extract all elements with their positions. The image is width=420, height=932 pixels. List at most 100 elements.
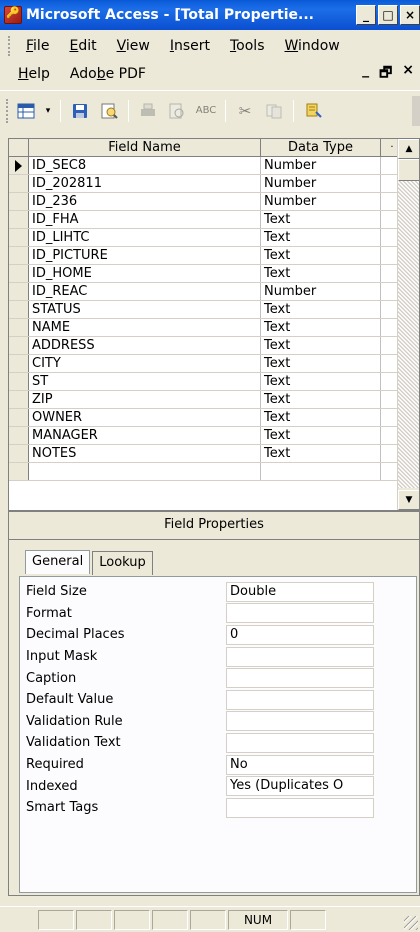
field-name-cell[interactable] xyxy=(29,463,261,480)
field-name-cell[interactable]: ZIP xyxy=(29,391,261,408)
menu-window[interactable]: Window xyxy=(275,38,350,54)
data-type-cell[interactable]: Text xyxy=(261,373,381,390)
data-type-cell[interactable]: Text xyxy=(261,391,381,408)
access-app-icon[interactable] xyxy=(4,6,22,24)
row-selector[interactable] xyxy=(9,427,29,444)
table-row[interactable]: ADDRESS Text xyxy=(9,337,419,355)
data-type-cell[interactable]: Text xyxy=(261,301,381,318)
property-value-field[interactable]: Yes (Duplicates O xyxy=(226,776,374,797)
data-type-cell[interactable]: Number xyxy=(261,157,381,174)
table-row[interactable]: ZIP Text xyxy=(9,391,419,409)
search-icon[interactable] xyxy=(96,98,122,124)
property-value-field[interactable] xyxy=(226,732,374,753)
vertical-scrollbar[interactable]: ▲ ▼ xyxy=(397,139,419,510)
field-name-cell[interactable]: CITY xyxy=(29,355,261,372)
field-name-cell[interactable]: ID_236 xyxy=(29,193,261,210)
mdi-minimize-button[interactable]: _ xyxy=(362,62,369,86)
data-type-cell[interactable]: Number xyxy=(261,193,381,210)
table-row[interactable] xyxy=(9,463,419,481)
data-type-cell[interactable] xyxy=(261,463,381,480)
menu-tools[interactable]: Tools xyxy=(220,38,275,54)
table-row[interactable]: ID_HOME Text xyxy=(9,265,419,283)
field-name-cell[interactable]: NOTES xyxy=(29,445,261,462)
spelling-icon[interactable]: ABC xyxy=(193,98,219,124)
data-type-cell[interactable]: Text xyxy=(261,265,381,282)
menu-help[interactable]: Help xyxy=(8,66,60,82)
field-name-cell[interactable]: ID_HOME xyxy=(29,265,261,282)
row-selector[interactable] xyxy=(9,283,29,300)
property-value-field[interactable] xyxy=(226,646,374,667)
view-dropdown-chevron-down-icon[interactable]: ▾ xyxy=(42,98,54,124)
toolbar-overflow-chevron-icon[interactable] xyxy=(412,95,420,126)
table-row[interactable]: CITY Text xyxy=(9,355,419,373)
field-name-cell[interactable]: ID_FHA xyxy=(29,211,261,228)
row-selector[interactable] xyxy=(9,391,29,408)
mdi-restore-button[interactable]: 🗗 xyxy=(379,62,392,86)
maximize-button[interactable]: □ xyxy=(378,5,398,25)
table-row[interactable]: ID_LIHTC Text xyxy=(9,229,419,247)
row-selector[interactable] xyxy=(9,211,29,228)
column-header-field-name[interactable]: Field Name xyxy=(29,139,261,156)
table-row[interactable]: OWNER Text xyxy=(9,409,419,427)
data-type-cell[interactable]: Text xyxy=(261,319,381,336)
field-name-cell[interactable]: ID_LIHTC xyxy=(29,229,261,246)
data-type-cell[interactable]: Text xyxy=(261,427,381,444)
data-type-cell[interactable]: Text xyxy=(261,445,381,462)
table-row[interactable]: ID_202811 Number xyxy=(9,175,419,193)
table-row[interactable]: ID_PICTURE Text xyxy=(9,247,419,265)
table-row[interactable]: ID_FHA Text xyxy=(9,211,419,229)
field-name-cell[interactable]: ID_PICTURE xyxy=(29,247,261,264)
field-name-cell[interactable]: MANAGER xyxy=(29,427,261,444)
save-icon[interactable] xyxy=(67,98,93,124)
table-row[interactable]: STATUS Text xyxy=(9,301,419,319)
menu-edit[interactable]: Edit xyxy=(59,38,106,54)
scroll-thumb[interactable] xyxy=(398,159,419,181)
data-type-cell[interactable]: Text xyxy=(261,409,381,426)
row-selector[interactable] xyxy=(9,409,29,426)
mdi-close-button[interactable]: × xyxy=(402,62,414,86)
table-row[interactable]: ID_236 Number xyxy=(9,193,419,211)
row-selector[interactable] xyxy=(9,265,29,282)
table-row[interactable]: MANAGER Text xyxy=(9,427,419,445)
select-all-corner[interactable] xyxy=(9,139,29,156)
current-row-indicator[interactable] xyxy=(9,157,29,174)
resize-grip[interactable] xyxy=(404,916,418,930)
data-type-cell[interactable]: Text xyxy=(261,229,381,246)
scroll-track[interactable] xyxy=(398,181,419,488)
menu-view[interactable]: View xyxy=(107,38,160,54)
menu-adobe-pdf[interactable]: Adobe PDF xyxy=(60,66,156,82)
data-type-cell[interactable]: Text xyxy=(261,337,381,354)
property-value-field[interactable] xyxy=(226,668,374,689)
row-selector[interactable] xyxy=(9,247,29,264)
data-type-cell[interactable]: Text xyxy=(261,355,381,372)
field-name-cell[interactable]: ADDRESS xyxy=(29,337,261,354)
scroll-down-arrow-icon[interactable]: ▼ xyxy=(398,490,419,510)
data-type-cell[interactable]: Text xyxy=(261,211,381,228)
menu-grip[interactable] xyxy=(8,36,12,56)
field-name-cell[interactable]: OWNER xyxy=(29,409,261,426)
row-selector[interactable] xyxy=(9,337,29,354)
property-value-field[interactable] xyxy=(226,711,374,732)
view-icon[interactable] xyxy=(13,98,39,124)
property-value-field[interactable]: No xyxy=(226,754,374,775)
column-header-data-type[interactable]: Data Type xyxy=(261,139,381,156)
data-type-cell[interactable]: Number xyxy=(261,175,381,192)
scroll-up-arrow-icon[interactable]: ▲ xyxy=(398,139,419,159)
row-selector[interactable] xyxy=(9,193,29,210)
row-selector[interactable] xyxy=(9,445,29,462)
field-name-cell[interactable]: ST xyxy=(29,373,261,390)
format-painter-icon[interactable] xyxy=(300,98,326,124)
field-name-cell[interactable]: NAME xyxy=(29,319,261,336)
table-row[interactable]: NAME Text xyxy=(9,319,419,337)
table-row[interactable]: ST Text xyxy=(9,373,419,391)
minimize-button[interactable]: _ xyxy=(356,5,376,25)
field-name-cell[interactable]: ID_202811 xyxy=(29,175,261,192)
field-name-cell[interactable]: ID_SEC8 xyxy=(29,157,261,174)
data-type-cell[interactable]: Number xyxy=(261,283,381,300)
property-value-field[interactable]: 0 xyxy=(226,624,374,645)
property-value-field[interactable] xyxy=(226,603,374,624)
field-name-cell[interactable]: ID_REAC xyxy=(29,283,261,300)
tab-general[interactable]: General xyxy=(25,550,91,574)
print-preview-icon[interactable] xyxy=(164,98,190,124)
cut-icon[interactable]: ✂ xyxy=(232,98,258,124)
